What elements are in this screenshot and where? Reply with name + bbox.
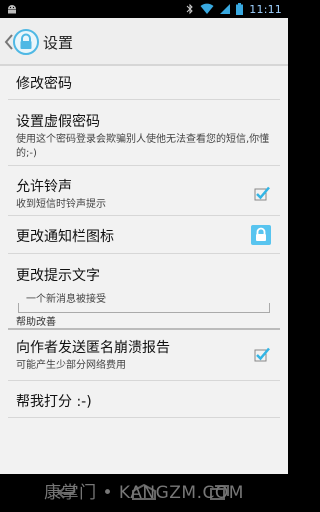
fake-password-summary: 使用这个密码登录会欺骗别人使他无法查看您的短信,你懂的;-) (16, 134, 270, 159)
bluetooth-icon (186, 3, 194, 15)
allow-ringtone-summary: 收到短信时铃声提示 (16, 199, 106, 210)
divider (8, 417, 280, 418)
app-lock-icon[interactable] (13, 29, 39, 55)
allow-ringtone-title: 允许铃声 (16, 179, 72, 195)
ringtone-checkbox[interactable] (254, 186, 270, 202)
help-section-header: 帮助改善 (16, 317, 56, 328)
notification-icon-title: 更改通知栏图标 (16, 229, 114, 245)
crash-report-item[interactable]: 向作者发送匿名崩溃报告 可能产生少部分网络费用 (0, 330, 288, 380)
crash-report-checkbox[interactable] (254, 347, 270, 363)
rate-title: 帮我打分 :-) (16, 394, 92, 410)
crash-report-summary: 可能产生少部分网络费用 (16, 360, 126, 371)
notification-icon-item[interactable]: 更改通知栏图标 (0, 216, 288, 253)
change-password-item[interactable]: 修改密码 (0, 66, 288, 99)
allow-ringtone-item[interactable]: 允许铃声 收到短信时铃声提示 (0, 166, 288, 215)
crash-report-title: 向作者发送匿名崩溃报告 (16, 340, 170, 356)
status-bar: 11:11 (0, 0, 288, 18)
prompt-text-item[interactable]: 更改提示文字 一个新消息被接受 (0, 254, 288, 313)
clock: 11:11 (249, 2, 282, 16)
android-icon (8, 5, 16, 14)
action-bar: 设置 (0, 18, 288, 66)
signal-icon (220, 4, 231, 14)
prompt-text-input-underline (18, 303, 270, 313)
change-password-title: 修改密码 (16, 76, 72, 92)
prompt-text-title: 更改提示文字 (16, 268, 100, 284)
settings-list: 修改密码 设置虚假密码 使用这个密码登录会欺骗别人使他无法查看您的短信,你懂的;… (0, 66, 288, 418)
battery-icon (236, 3, 244, 15)
notification-lock-icon (251, 225, 271, 245)
watermark-text: 康掌门 • KANGZM.COM (44, 483, 244, 503)
wifi-icon (200, 3, 214, 14)
page-title: 设置 (43, 34, 74, 52)
settings-screen: 11:11 设置 修改密码 设置虚假密码 使用这个密码登录会欺骗别人使他无法查看… (0, 0, 288, 512)
fake-password-title: 设置虚假密码 (16, 114, 100, 130)
rate-item[interactable]: 帮我打分 :-) (0, 381, 288, 417)
fake-password-item[interactable]: 设置虚假密码 使用这个密码登录会欺骗别人使他无法查看您的短信,你懂的;-) (0, 100, 288, 165)
